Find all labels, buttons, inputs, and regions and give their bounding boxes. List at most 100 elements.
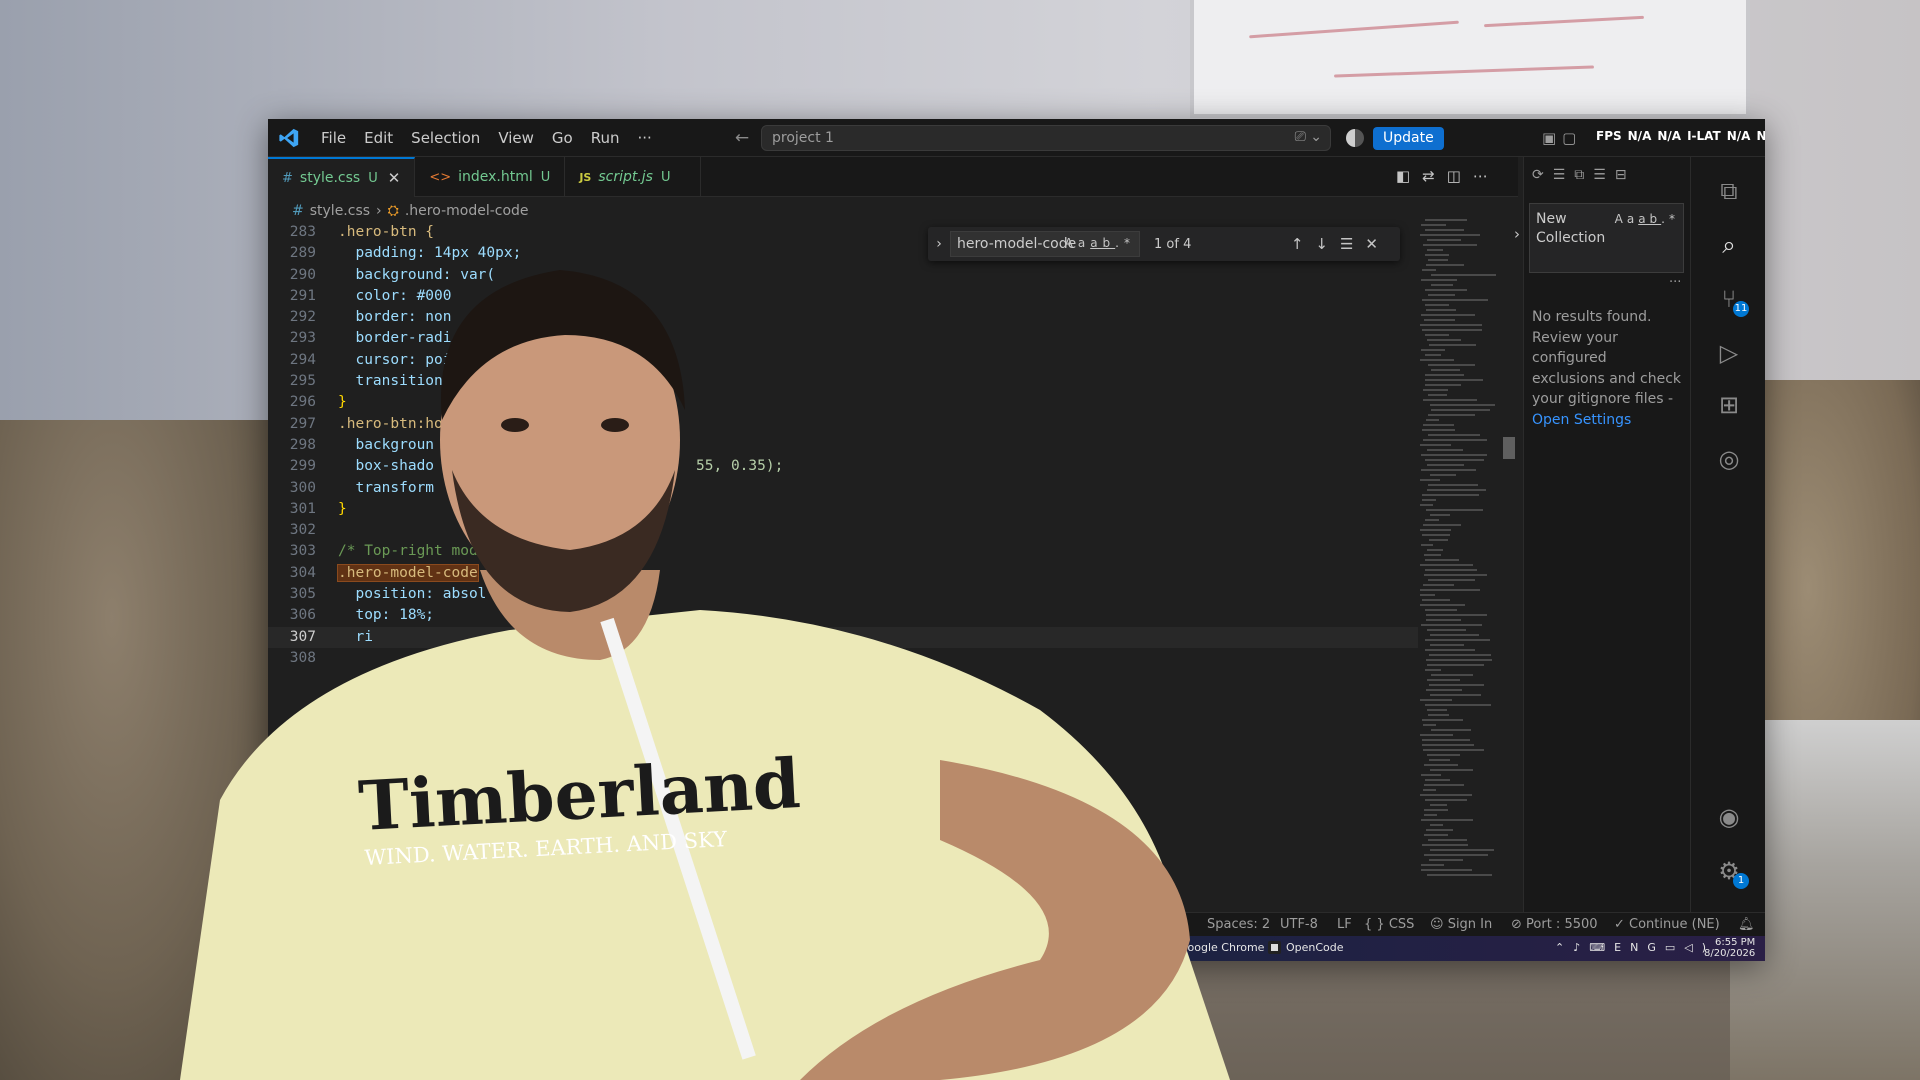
search-options[interactable]: Aaab.* <box>1615 210 1679 229</box>
minimap-line <box>1424 319 1455 321</box>
search-icon[interactable]: ⌕ <box>1715 231 1743 259</box>
match-case-toggle[interactable]: Aa <box>1615 212 1639 226</box>
account-icon[interactable]: ◉ <box>1715 803 1743 831</box>
tab-label: style.css <box>299 170 361 186</box>
minimap-line <box>1420 444 1451 446</box>
line-number: 308 <box>289 649 316 666</box>
minimap-line <box>1428 579 1475 581</box>
toggle-replace-chevron-icon[interactable]: › <box>928 236 950 252</box>
match-word-toggle[interactable]: ab <box>1638 212 1661 226</box>
chat-dropdown-icon[interactable]: ⎚ ⌄ <box>1295 129 1322 145</box>
system-tray[interactable]: ⌃♪⌨ENG▭◁) <box>1555 941 1715 954</box>
find-input-value: hero-model-code <box>957 236 1077 252</box>
tab-style-css[interactable]: # style.css U ✕ <box>268 157 416 197</box>
regex-toggle[interactable]: .* <box>1115 236 1135 250</box>
regex-toggle[interactable]: .* <box>1661 212 1679 226</box>
source-control-icon[interactable]: ⑂ 11 <box>1715 285 1749 317</box>
expand-chevron-icon[interactable]: › <box>1514 225 1520 243</box>
menu-more[interactable]: ··· <box>629 129 661 147</box>
title-bar: File Edit Selection View Go Run ··· ← → … <box>268 119 1765 157</box>
tab-script-js[interactable]: JS script.js U <box>565 157 702 197</box>
editor-actions[interactable]: ◧⇄◫⋯ <box>1396 167 1500 185</box>
close-icon[interactable]: ✕ <box>388 169 401 187</box>
breadcrumb-symbol[interactable]: .hero-model-code <box>405 203 529 219</box>
minimap-line <box>1421 624 1482 626</box>
panel-toolbar-icons[interactable]: ⟳☰⧉☰⊟ <box>1532 167 1636 183</box>
network-icon[interactable]: ▭ <box>1665 941 1684 954</box>
bell-icon[interactable]: 🔔︎ <box>1738 917 1755 932</box>
microphone-icon[interactable]: ♪ <box>1573 941 1589 954</box>
minimap-line <box>1420 234 1480 236</box>
previous-match-icon[interactable]: ↑ <box>1291 235 1316 253</box>
extensions-icon[interactable]: ⊞ <box>1715 391 1743 419</box>
command-center-label: project 1 <box>772 130 834 146</box>
taskbar-chrome[interactable]: Google Chrome <box>1161 941 1264 954</box>
minimap-line <box>1425 669 1441 671</box>
untracked-badge: U <box>540 169 551 185</box>
status-sign-in[interactable]: ☺ Sign In <box>1430 917 1492 932</box>
code-text: } <box>338 500 347 517</box>
layout-toggle-icons[interactable]: ▣▢ <box>1542 129 1582 147</box>
chevron-up-icon[interactable]: ⌃ <box>1555 941 1573 954</box>
copilot-icon[interactable] <box>1346 129 1364 147</box>
find-options[interactable]: Aaab.* <box>1065 236 1135 250</box>
keyboard-icon[interactable]: ⌨ <box>1589 941 1614 954</box>
command-center[interactable]: project 1 ⎚ ⌄ <box>761 125 1331 151</box>
run-debug-icon[interactable]: ▷ <box>1715 339 1743 367</box>
scrollbar-thumb[interactable] <box>1503 437 1515 459</box>
status-eol[interactable]: LF <box>1337 917 1352 932</box>
taskbar-app-label: OpenCode <box>1286 941 1344 954</box>
status-indentation[interactable]: Spaces: 2 <box>1207 917 1270 932</box>
no-entry-icon: ⊘ <box>1511 917 1527 932</box>
match-case-toggle[interactable]: Aa <box>1065 236 1091 250</box>
find-input[interactable]: hero-model-code Aaab.* <box>950 231 1140 257</box>
remote-explorer-icon[interactable]: ◎ <box>1715 445 1743 473</box>
search-input[interactable]: New Collection Aaab.* <box>1529 203 1684 273</box>
tab-index-html[interactable]: <> index.html U <box>415 157 566 197</box>
minimap-line <box>1427 339 1461 341</box>
minimap-line <box>1420 589 1480 591</box>
minimap-line <box>1425 254 1449 256</box>
gear-icon[interactable]: ⚙ 1 <box>1715 857 1749 889</box>
explorer-icon[interactable]: ⧉ <box>1715 177 1743 205</box>
taskbar-clock[interactable]: 6:55 PM 8/20/2026 <box>1704 937 1755 959</box>
menu-go[interactable]: Go <box>543 129 582 147</box>
code-text: .hero-btn { <box>338 224 435 240</box>
menu-selection[interactable]: Selection <box>402 129 489 147</box>
code-editor[interactable]: 283 .hero-btn { 289 padding: 14px 40px; 2… <box>268 222 1418 669</box>
status-language[interactable]: { } CSS <box>1364 917 1414 932</box>
code-text: transition: <box>338 373 452 390</box>
find-nav-buttons[interactable]: ↑↓☰✕ <box>1291 235 1390 253</box>
breadcrumb-file[interactable]: style.css <box>310 203 370 219</box>
status-continue[interactable]: ✓ Continue (NE) <box>1614 917 1720 932</box>
close-find-icon[interactable]: ✕ <box>1365 235 1390 253</box>
code-text: transform <box>338 479 435 496</box>
update-button[interactable]: Update <box>1373 127 1444 150</box>
line-number: 301 <box>289 500 316 517</box>
minimap-line <box>1420 564 1473 566</box>
copilot-small-icon: ☺ <box>1430 917 1448 932</box>
next-match-icon[interactable]: ↓ <box>1315 235 1340 253</box>
minimap-line <box>1425 289 1467 291</box>
language-indicator[interactable]: ENG <box>1614 941 1665 954</box>
status-encoding[interactable]: UTF-8 <box>1280 917 1318 932</box>
menu-run[interactable]: Run <box>582 129 629 147</box>
more-options-icon[interactable]: ··· <box>1669 275 1681 290</box>
back-arrow-icon[interactable]: ← <box>735 128 749 148</box>
menu-view[interactable]: View <box>489 129 543 147</box>
minimap-line <box>1431 674 1473 676</box>
minimap[interactable] <box>1416 219 1516 899</box>
find-in-selection-icon[interactable]: ☰ <box>1340 235 1365 253</box>
search-input-value: New Collection <box>1536 211 1606 246</box>
open-settings-link[interactable]: Open Settings <box>1532 412 1631 428</box>
taskbar-opencode[interactable]: OpenCode <box>1268 941 1344 954</box>
minimap-line <box>1428 394 1447 396</box>
minimap-line <box>1425 354 1441 356</box>
fps-value-2: N/A <box>1657 129 1682 143</box>
menu-edit[interactable]: Edit <box>355 129 402 147</box>
status-live-server-port[interactable]: ⊘ Port : 5500 <box>1511 917 1598 932</box>
menu-file[interactable]: File <box>312 129 355 147</box>
line-number: 295 <box>289 373 316 390</box>
match-word-toggle[interactable]: ab <box>1090 236 1115 250</box>
